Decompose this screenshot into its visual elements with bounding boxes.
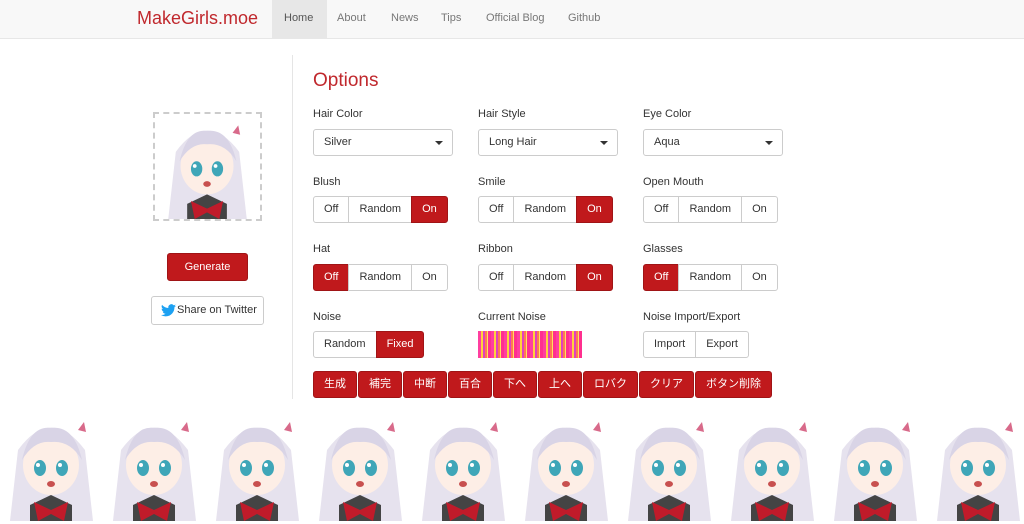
open-mouth-off[interactable]: Off — [643, 196, 680, 223]
gallery-image[interactable] — [515, 410, 618, 521]
hair-style-label: Hair Style — [478, 108, 526, 120]
nav-home[interactable]: Home — [272, 0, 327, 38]
noise-toggle: Random Fixed — [313, 331, 425, 358]
ribbon-on[interactable]: On — [576, 264, 613, 291]
blush-random[interactable]: Random — [348, 196, 413, 223]
eye-color-value: Aqua — [654, 136, 680, 148]
smile-toggle: Off Random On — [478, 196, 613, 223]
brand-logo[interactable]: MakeGirls.moe — [137, 8, 258, 29]
nav-tips[interactable]: Tips — [429, 0, 473, 38]
blush-on[interactable]: On — [411, 196, 448, 223]
gallery-image[interactable] — [927, 410, 1024, 521]
action-button[interactable]: 下へ — [493, 371, 537, 398]
nav-github[interactable]: Github — [556, 0, 612, 38]
hair-color-value: Silver — [324, 136, 352, 148]
noise-random[interactable]: Random — [313, 331, 377, 358]
nav-news[interactable]: News — [379, 0, 431, 38]
action-button[interactable]: 百合 — [448, 371, 492, 398]
nav-about[interactable]: About — [325, 0, 378, 38]
import-button[interactable]: Import — [643, 331, 697, 358]
action-button[interactable]: ロバク — [583, 371, 638, 398]
blush-label: Blush — [313, 176, 341, 188]
column-divider — [292, 55, 293, 399]
ribbon-random[interactable]: Random — [513, 264, 578, 291]
noise-label: Noise — [313, 311, 342, 323]
hat-label: Hat — [313, 243, 331, 255]
glasses-random[interactable]: Random — [678, 264, 743, 291]
options-title: Options — [313, 70, 379, 91]
noise-io-group: Import Export — [643, 331, 749, 358]
gallery-image[interactable] — [206, 410, 309, 521]
caret-down-icon — [600, 141, 608, 145]
generate-button[interactable]: Generate — [167, 253, 248, 281]
gallery-image[interactable] — [721, 410, 824, 521]
navbar: MakeGirls.moe Home About News Tips Offic… — [0, 0, 1024, 39]
share-twitter-button[interactable]: Share on Twitter — [151, 296, 264, 325]
action-button[interactable]: 補完 — [358, 371, 402, 398]
hair-style-select[interactable]: Long Hair — [478, 129, 618, 156]
glasses-on[interactable]: On — [741, 264, 778, 291]
open-mouth-random[interactable]: Random — [678, 196, 743, 223]
action-button[interactable]: クリア — [639, 371, 694, 398]
smile-on[interactable]: On — [576, 196, 613, 223]
glasses-label: Glasses — [643, 243, 683, 255]
eye-color-label: Eye Color — [643, 108, 692, 120]
blush-off[interactable]: Off — [313, 196, 350, 223]
ribbon-toggle: Off Random On — [478, 264, 613, 291]
action-button[interactable]: ボタン削除 — [695, 371, 772, 398]
eye-color-select[interactable]: Aqua — [643, 129, 783, 156]
current-noise-visual — [478, 331, 582, 358]
noise-fixed[interactable]: Fixed — [375, 331, 425, 358]
hat-on[interactable]: On — [411, 264, 448, 291]
smile-label: Smile — [478, 176, 506, 188]
nav-official-blog[interactable]: Official Blog — [474, 0, 557, 38]
action-button[interactable]: 上へ — [538, 371, 582, 398]
smile-off[interactable]: Off — [478, 196, 515, 223]
smile-random[interactable]: Random — [513, 196, 578, 223]
gallery-image[interactable] — [0, 410, 103, 521]
hair-style-value: Long Hair — [489, 136, 537, 148]
open-mouth-on[interactable]: On — [741, 196, 778, 223]
hair-color-label: Hair Color — [313, 108, 363, 120]
current-noise-label: Current Noise — [478, 311, 546, 323]
generated-avatar — [153, 112, 262, 221]
glasses-toggle: Off Random On — [643, 264, 778, 291]
caret-down-icon — [435, 141, 443, 145]
open-mouth-label: Open Mouth — [643, 176, 704, 188]
hat-off[interactable]: Off — [313, 264, 350, 291]
hat-toggle: Off Random On — [313, 264, 448, 291]
gallery-image[interactable] — [618, 410, 721, 521]
generated-gallery — [0, 410, 1024, 521]
twitter-label: Share on Twitter — [177, 304, 257, 316]
caret-down-icon — [765, 141, 773, 145]
action-buttons: 生成 補完 中断 百合 下へ 上へ ロバク クリア ボタン削除 — [313, 371, 773, 398]
gallery-image[interactable] — [309, 410, 412, 521]
blush-toggle: Off Random On — [313, 196, 448, 223]
noise-io-label: Noise Import/Export — [643, 311, 741, 323]
hat-random[interactable]: Random — [348, 264, 413, 291]
gallery-image[interactable] — [824, 410, 927, 521]
action-button[interactable]: 生成 — [313, 371, 357, 398]
twitter-bird-icon — [161, 304, 176, 317]
gallery-image[interactable] — [412, 410, 515, 521]
ribbon-off[interactable]: Off — [478, 264, 515, 291]
action-button[interactable]: 中断 — [403, 371, 447, 398]
open-mouth-toggle: Off Random On — [643, 196, 778, 223]
gallery-image[interactable] — [103, 410, 206, 521]
hair-color-select[interactable]: Silver — [313, 129, 453, 156]
export-button[interactable]: Export — [695, 331, 749, 358]
ribbon-label: Ribbon — [478, 243, 513, 255]
glasses-off[interactable]: Off — [643, 264, 680, 291]
